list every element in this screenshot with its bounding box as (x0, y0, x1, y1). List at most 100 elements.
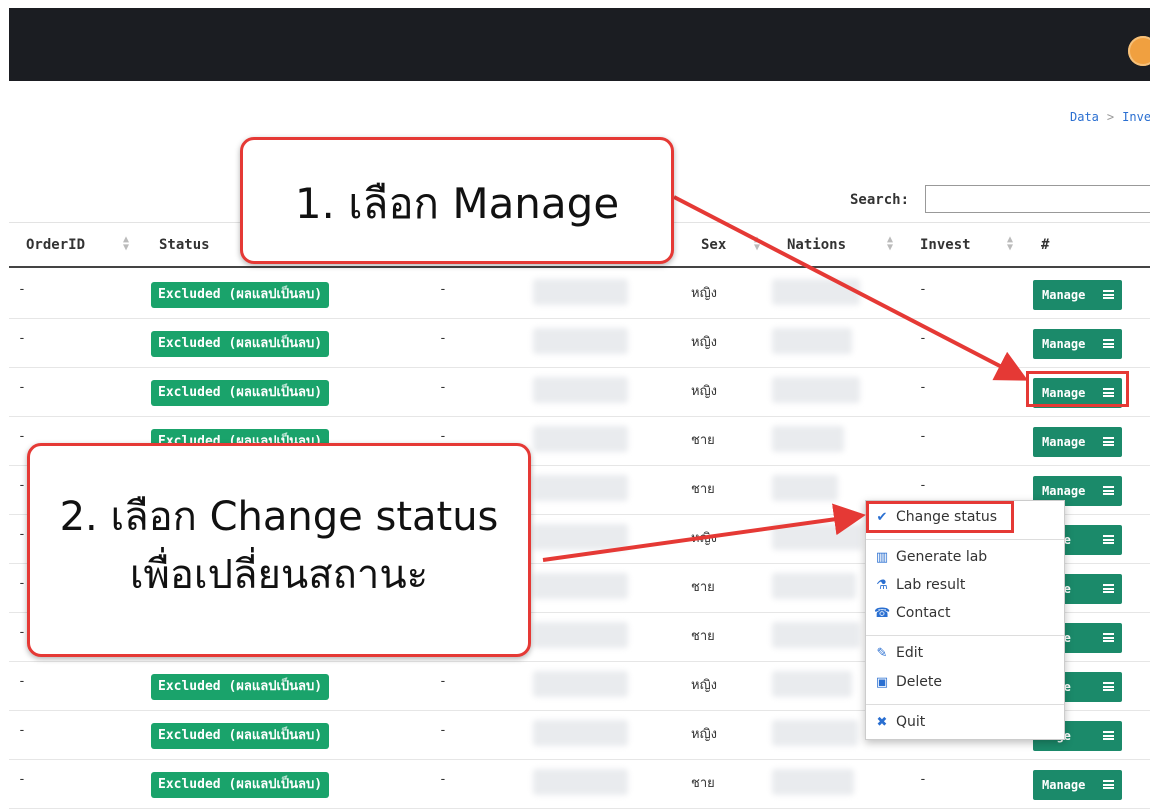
cell-column3: - (439, 331, 447, 346)
manage-button[interactable]: Manage (1033, 427, 1122, 457)
redacted-nations (772, 475, 838, 501)
left-frame (0, 0, 9, 811)
menu-item-label: Edit (896, 645, 924, 661)
cell-sex: ชาย (691, 580, 715, 595)
redacted-cell (533, 622, 628, 648)
manage-button-label: Manage (1042, 337, 1086, 351)
status-badge: Excluded (ผลแลปเป็นลบ) (151, 380, 330, 406)
table-row: - Excluded (ผลแลปเป็นลบ) - หญิง - Manage (9, 270, 1150, 319)
user-avatar[interactable] (1128, 36, 1150, 66)
cell-column3: - (439, 380, 447, 395)
menu-item-contact[interactable]: ☎ Contact (874, 605, 950, 621)
cell-sex: ชาย (691, 629, 715, 644)
menu-item-label: Quit (896, 714, 926, 730)
callout-step2-line2: เพื่อเปลี่ยนสถานะ (129, 552, 429, 598)
callout-step2: 2. เลือก Change status เพื่อเปลี่ยนสถานะ (27, 443, 531, 657)
manage-button[interactable]: Manage (1033, 280, 1122, 310)
col-invest[interactable]: Invest (920, 237, 971, 253)
manage-button-label: Manage (1042, 484, 1086, 498)
menu-divider (866, 539, 1064, 540)
redacted-cell (533, 279, 628, 305)
cell-column3: - (439, 772, 447, 787)
cell-order-id: - (18, 625, 26, 640)
redacted-nations (772, 426, 844, 452)
col-actions: # (1041, 237, 1050, 253)
cell-column3: - (439, 282, 447, 297)
breadcrumb-data-link[interactable]: Data (1070, 110, 1099, 124)
cell-sex: หญิง (691, 335, 717, 350)
cell-invest: - (919, 282, 927, 297)
breadcrumb: Data > Inve (1070, 110, 1150, 124)
col-orderid[interactable]: OrderID (26, 237, 85, 253)
redacted-cell (533, 524, 628, 550)
cell-order-id: - (18, 723, 26, 738)
breadcrumb-current[interactable]: Inve (1122, 110, 1150, 124)
hamburger-icon (1103, 584, 1114, 593)
top-navbar (9, 8, 1150, 81)
redacted-nations (772, 279, 860, 305)
hamburger-icon (1103, 486, 1114, 495)
cell-order-id: - (18, 527, 26, 542)
cell-column3: - (439, 429, 447, 444)
manage-button-label: Manage (1042, 435, 1086, 449)
cell-order-id: - (18, 282, 26, 297)
cell-sex: หญิง (691, 678, 717, 693)
cell-order-id: - (18, 772, 26, 787)
redacted-cell (533, 328, 628, 354)
redacted-nations (772, 377, 860, 403)
cell-order-id: - (18, 478, 26, 493)
hamburger-icon (1103, 290, 1114, 299)
cell-invest: - (919, 429, 927, 444)
manage-button[interactable]: Manage (1033, 770, 1122, 800)
redacted-nations (772, 328, 852, 354)
redacted-nations (772, 573, 856, 599)
menu-item-edit[interactable]: ✎ Edit (874, 645, 924, 661)
cell-invest: - (919, 331, 927, 346)
menu-item-label: Delete (896, 674, 942, 690)
hamburger-icon (1103, 633, 1114, 642)
menu-item-delete[interactable]: ▣ Delete (874, 674, 942, 690)
hamburger-icon (1103, 682, 1114, 691)
annotation-highlight-manage (1026, 371, 1129, 407)
table-row: - Excluded (ผลแลปเป็นลบ) - หญิง - Manage (9, 368, 1150, 417)
menu-item-label: Generate lab (896, 549, 988, 565)
redacted-cell (533, 769, 628, 795)
redacted-cell (533, 720, 628, 746)
sort-icon[interactable]: ▲ ▼ (1007, 235, 1013, 253)
menu-item-lab-result[interactable]: ⚗ Lab result (874, 577, 965, 593)
col-sex[interactable]: Sex (701, 237, 726, 253)
redacted-cell (533, 377, 628, 403)
cell-sex: ชาย (691, 776, 715, 791)
search-input[interactable] (925, 185, 1150, 213)
status-badge: Excluded (ผลแลปเป็นลบ) (151, 723, 330, 749)
col-nations[interactable]: Nations (787, 237, 846, 253)
cell-order-id: - (18, 429, 26, 444)
barcode-icon: ▥ (875, 550, 889, 565)
status-badge: Excluded (ผลแลปเป็นลบ) (151, 331, 330, 357)
menu-divider (866, 635, 1064, 636)
redacted-cell (533, 573, 628, 599)
manage-dropdown-menu: ✔ Change status ▥ Generate lab ⚗ Lab result… (865, 500, 1065, 740)
menu-item-label: Contact (896, 605, 951, 621)
col-status[interactable]: Status (159, 237, 210, 253)
sort-icon[interactable]: ▲ ▼ (754, 235, 760, 253)
flask-icon: ⚗ (876, 578, 888, 593)
search-label: Search: (850, 192, 910, 208)
trash-icon: ▣ (875, 675, 889, 690)
redacted-nations (772, 720, 858, 746)
table-row: - Excluded (ผลแลปเป็นลบ) - ชาย - Manage (9, 760, 1150, 809)
callout-step1: 1. เลือก Manage (240, 137, 674, 264)
table-row: - Excluded (ผลแลปเป็นลบ) - หญิง - Manage (9, 319, 1150, 368)
cell-sex: หญิง (691, 727, 717, 742)
manage-button[interactable]: Manage (1033, 329, 1122, 359)
status-badge: Excluded (ผลแลปเป็นลบ) (151, 674, 330, 700)
sort-icon[interactable]: ▲ ▼ (123, 235, 129, 253)
menu-item-generate-lab[interactable]: ▥ Generate lab (874, 549, 987, 565)
cell-sex: ชาย (691, 482, 715, 497)
menu-item-quit[interactable]: ✖ Quit (874, 714, 926, 730)
hamburger-icon (1103, 339, 1114, 348)
sort-icon[interactable]: ▲ ▼ (887, 235, 893, 253)
redacted-cell (533, 671, 628, 697)
cell-sex: หญิง (691, 384, 717, 399)
edit-icon: ✎ (876, 646, 888, 661)
